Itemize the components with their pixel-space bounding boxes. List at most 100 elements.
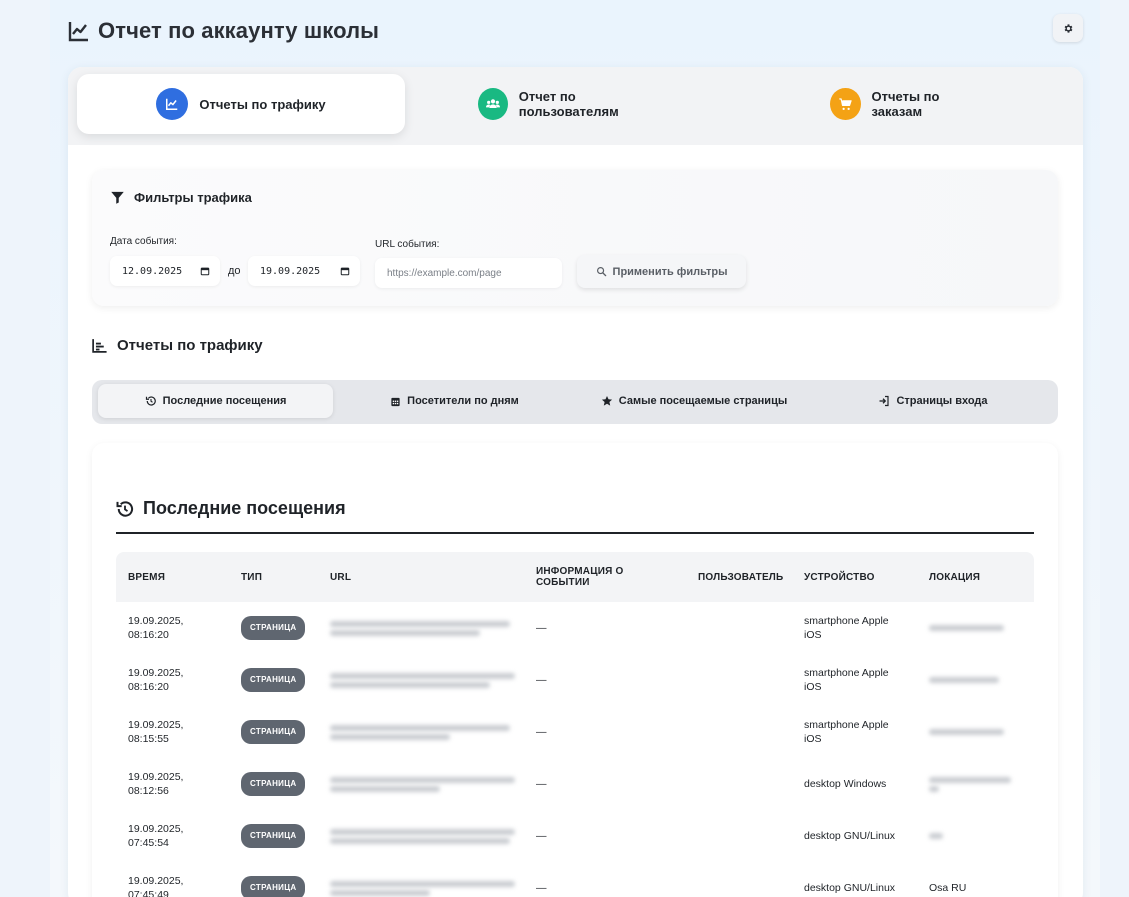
history-icon xyxy=(145,396,156,406)
cell-url[interactable] xyxy=(318,758,524,810)
cell-url[interactable] xyxy=(318,602,524,654)
cell-type: Страница xyxy=(229,706,318,758)
column-header-location[interactable]: Локация xyxy=(917,552,1034,602)
column-header-url[interactable]: URL xyxy=(318,552,524,602)
settings-button[interactable] xyxy=(1053,14,1083,42)
traffic-reports-title: Отчеты по трафику xyxy=(117,337,263,354)
tab-label: Отчет по пользователям xyxy=(518,89,619,119)
visits-table: Время Тип URL Информация о событии Польз… xyxy=(116,552,1034,897)
tab-traffic-reports[interactable]: Отчеты по трафику xyxy=(77,74,405,134)
cell-url[interactable] xyxy=(318,862,524,897)
redacted-url xyxy=(330,776,515,783)
users-icon xyxy=(485,99,500,108)
recent-visits-panel: Последние посещения Время Тип URL Информ… xyxy=(92,443,1058,897)
tab-user-report[interactable]: Отчет по пользователям xyxy=(478,74,668,134)
cell-device: smartphone Apple iOS xyxy=(804,667,889,693)
cell-user xyxy=(686,706,792,758)
cell-time: 19.09.2025, 08:16:20 xyxy=(128,667,184,693)
type-badge: Страница xyxy=(241,616,306,640)
location-text: Osa RU xyxy=(929,882,967,894)
cell-type: Страница xyxy=(229,862,318,897)
cart-icon xyxy=(839,97,852,110)
column-header-event-info[interactable]: Информация о событии xyxy=(524,552,686,602)
cell-device: smartphone Apple iOS xyxy=(804,719,889,745)
cell-event-info: — xyxy=(536,882,547,894)
tab-entry-pages[interactable]: Страницы входа xyxy=(875,384,991,418)
cell-user xyxy=(686,654,792,706)
cell-url[interactable] xyxy=(318,810,524,862)
redacted-url xyxy=(330,889,430,896)
apply-filters-label: Применить фильтры xyxy=(612,265,728,278)
date-label: Дата события: xyxy=(110,236,177,247)
tab-top-pages[interactable]: Самые посещаемые страницы xyxy=(597,384,791,418)
cell-url[interactable] xyxy=(318,654,524,706)
cell-device: smartphone Apple iOS xyxy=(804,615,889,641)
redacted-text xyxy=(929,776,1011,783)
table-row[interactable]: 19.09.2025, 07:45:49 Страница — desktop GNU… xyxy=(116,862,1034,897)
chart-line-icon xyxy=(68,22,88,42)
calendar-icon[interactable] xyxy=(200,266,210,276)
redacted-url xyxy=(330,724,510,731)
table-row[interactable]: 19.09.2025, 07:45:54 Страница — desktop GNU… xyxy=(116,810,1034,862)
type-badge: Страница xyxy=(241,668,306,692)
redacted-text xyxy=(929,729,1004,735)
tab-orders-reports[interactable]: Отчеты по заказам xyxy=(830,74,988,134)
cell-event-info: — xyxy=(536,674,547,686)
table-row[interactable]: 19.09.2025, 08:16:20 Страница — smartphone … xyxy=(116,654,1034,706)
column-header-type[interactable]: Тип xyxy=(229,552,318,602)
date-from-input[interactable]: 12.09.2025 xyxy=(110,256,220,286)
date-to-input[interactable]: 19.09.2025 xyxy=(248,256,360,286)
column-header-time[interactable]: Время xyxy=(116,552,229,602)
cell-event-info: — xyxy=(536,830,547,842)
table-row[interactable]: 19.09.2025, 08:12:56 Страница — desktop Win… xyxy=(116,758,1034,810)
apply-filters-button[interactable]: Применить фильтры xyxy=(577,255,746,288)
cell-location: Osa RU xyxy=(917,862,1034,897)
redacted-text xyxy=(929,677,999,683)
sign-in-icon xyxy=(879,395,890,407)
date-to-value: 19.09.2025 xyxy=(260,265,321,277)
cell-user xyxy=(686,862,792,897)
cell-location xyxy=(917,706,1034,758)
sub-tab-label: Последние посещения xyxy=(162,395,287,407)
url-label: URL события: xyxy=(375,239,440,250)
redacted-url xyxy=(330,681,490,688)
cell-time: 19.09.2025, 08:12:56 xyxy=(128,771,184,797)
redacted-text xyxy=(929,785,939,792)
cell-device: desktop GNU/Linux xyxy=(804,830,896,842)
heading-divider xyxy=(116,532,1034,534)
cell-url[interactable] xyxy=(318,706,524,758)
visits-table-wrapper: Время Тип URL Информация о событии Польз… xyxy=(116,552,1034,897)
sub-tab-label: Страницы входа xyxy=(896,395,988,407)
page-header: Отчет по аккаунту школы xyxy=(67,14,1083,48)
url-input[interactable]: https://example.com/page xyxy=(375,258,562,288)
report-card: Отчеты по трафику Отчет по пользователям xyxy=(68,67,1083,897)
cell-location xyxy=(917,810,1034,862)
tab-label: Отчеты по трафику xyxy=(199,96,326,112)
history-icon xyxy=(116,500,134,517)
column-header-device[interactable]: Устройство xyxy=(792,552,917,602)
table-row[interactable]: 19.09.2025, 08:16:20 Страница — smartphone … xyxy=(116,602,1034,654)
type-badge: Страница xyxy=(241,824,306,848)
cell-time: 19.09.2025, 08:16:20 xyxy=(128,615,184,641)
traffic-reports-heading: Отчеты по трафику xyxy=(91,337,263,354)
tab-icon-circle xyxy=(156,88,189,120)
search-icon xyxy=(596,267,606,277)
cell-device: desktop GNU/Linux xyxy=(804,882,896,894)
redacted-url xyxy=(330,733,450,740)
cell-event-info: — xyxy=(536,622,547,634)
redacted-url xyxy=(330,629,480,636)
table-header-row: Время Тип URL Информация о событии Польз… xyxy=(116,552,1034,602)
recent-visits-title: Последние посещения xyxy=(143,498,346,518)
filters-title: Фильтры трафика xyxy=(110,190,252,205)
redacted-url xyxy=(330,880,515,887)
column-header-user[interactable]: Пользователь xyxy=(686,552,792,602)
tab-recent-visits[interactable]: Последние посещения xyxy=(98,384,333,418)
calendar-icon[interactable] xyxy=(340,266,350,276)
cell-event-info: — xyxy=(536,726,547,738)
url-placeholder: https://example.com/page xyxy=(387,267,502,279)
table-row[interactable]: 19.09.2025, 08:15:55 Страница — smartphone … xyxy=(116,706,1034,758)
recent-visits-heading: Последние посещения xyxy=(115,498,346,519)
tab-visitors-by-day[interactable]: Посетители по дням xyxy=(382,384,527,418)
traffic-filters-panel: Фильтры трафика Дата события: 12.09.2025… xyxy=(92,170,1058,306)
cell-type: Страница xyxy=(229,810,318,862)
